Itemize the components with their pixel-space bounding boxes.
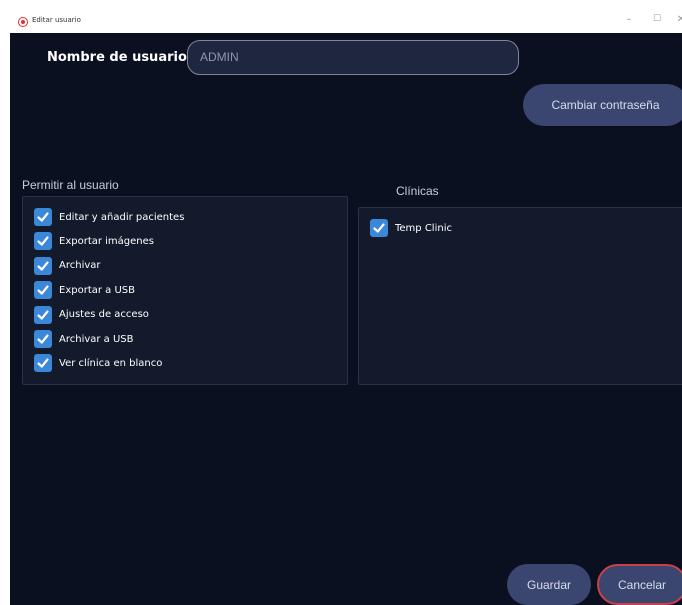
permission-item[interactable]: Exportar a USB (34, 281, 135, 300)
checkbox-checked-icon[interactable] (34, 281, 52, 300)
permission-item[interactable]: Ajustes de acceso (34, 305, 149, 324)
window-title: Editar usuario (32, 16, 81, 24)
app-logo-icon (18, 17, 28, 27)
permission-item-label: Ajustes de acceso (59, 309, 149, 321)
permission-item[interactable]: Ver clínica en blanco (34, 354, 163, 373)
permission-item-label: Archivar (59, 260, 101, 272)
edit-user-dialog: Nombre de usuario ADMIN Cambiar contrase… (10, 33, 682, 605)
title-bar: Editar usuario – ☐ ✕ (10, 11, 682, 33)
checkbox-checked-icon[interactable] (34, 354, 52, 373)
permission-item[interactable]: Exportar imágenes (34, 232, 154, 251)
permissions-panel: Editar y añadir pacientes Exportar imágen… (22, 196, 348, 385)
minimize-button[interactable]: – (622, 14, 636, 25)
username-input[interactable]: ADMIN (187, 40, 519, 75)
checkbox-checked-icon[interactable] (34, 256, 52, 275)
permission-item[interactable]: Editar y añadir pacientes (34, 208, 184, 226)
permission-item-label: Editar y añadir pacientes (59, 211, 185, 223)
cancel-button[interactable]: Cancelar (597, 564, 682, 605)
checkbox-checked-icon[interactable] (34, 232, 52, 251)
permission-item[interactable]: Archivar a USB (34, 330, 134, 348)
save-button[interactable]: Guardar (507, 564, 591, 605)
permission-item-label: Archivar a USB (59, 333, 134, 345)
maximize-button[interactable]: ☐ (650, 14, 664, 24)
clinic-item-label: Temp Clinic (395, 222, 452, 234)
permission-item-label: Ver clínica en blanco (59, 357, 163, 369)
clinics-panel: Temp Clinic (358, 207, 682, 385)
checkbox-checked-icon[interactable] (34, 208, 52, 226)
checkbox-checked-icon[interactable] (370, 219, 388, 237)
clinics-label: Clínicas (396, 184, 439, 198)
change-password-button[interactable]: Cambiar contraseña (523, 84, 682, 126)
permission-item-label: Exportar a USB (59, 284, 135, 296)
close-button[interactable]: ✕ (674, 14, 682, 25)
permission-item-label: Exportar imágenes (59, 235, 154, 247)
permission-item[interactable]: Archivar (34, 256, 101, 275)
checkbox-checked-icon[interactable] (34, 305, 52, 324)
username-label: Nombre de usuario (47, 50, 187, 65)
permissions-label: Permitir al usuario (22, 178, 119, 192)
checkbox-checked-icon[interactable] (34, 330, 52, 348)
clinic-item[interactable]: Temp Clinic (370, 219, 452, 237)
